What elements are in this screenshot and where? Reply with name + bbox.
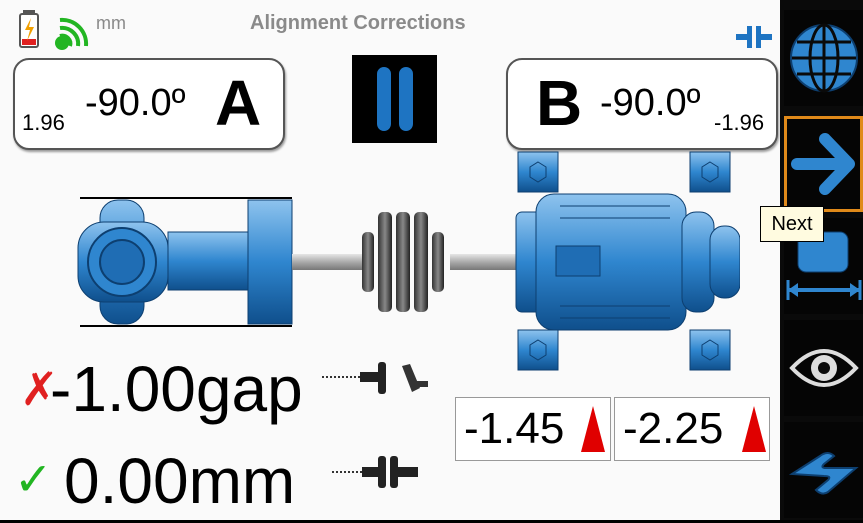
motor-machine [515,151,740,371]
battery-icon [18,9,40,54]
coupling [362,212,444,312]
pause-button[interactable] [352,55,437,143]
view-button[interactable] [784,320,863,416]
arrow-up-icon [581,406,605,452]
page-title: Alignment Corrections [250,12,466,34]
rear-foot-value: -2.25 [623,404,724,453]
sensor-a-label: A [215,67,262,139]
arrow-right-icon [791,133,855,195]
eye-icon [789,349,859,387]
arrow-up-icon [742,406,766,452]
pump-machine [77,197,293,327]
sensor-b-angle: -90.0º [600,82,701,124]
angular-misalignment-icon [322,362,428,394]
globe-icon [790,23,858,93]
coupling-icon[interactable] [736,24,774,55]
sensor-b-small-value: -1.96 [714,110,765,135]
globe-button[interactable] [784,10,863,106]
next-button[interactable] [784,116,863,212]
shim-icon [788,452,859,495]
unit-label: mm [96,13,126,33]
front-foot-value: -1.45 [464,404,565,453]
sensor-b-panel[interactable]: B -90.0º -1.96 [506,58,778,150]
wifi-signal-icon [52,10,96,57]
offset-status-icon: ✓ [14,453,53,505]
machine-diagram [77,151,740,371]
next-tooltip: Next [760,206,824,242]
main-panel: mm Alignment Corrections 1.96 -90.0º A B… [0,0,780,520]
offset-value: 0.00mm [64,445,296,517]
sensor-b-label: B [536,67,583,139]
parallel-misalignment-icon [332,456,418,488]
sensor-a-panel[interactable]: 1.96 -90.0º A [13,58,285,150]
front-foot-correction[interactable]: -1.45 [455,397,611,461]
gap-value: -1.00gap [50,353,303,425]
sensor-a-small-value: 1.96 [22,110,65,135]
sidebar [780,0,863,520]
screen: mm Alignment Corrections 1.96 -90.0º A B… [0,0,863,520]
pause-icon [377,67,413,131]
sensor-a-angle: -90.0º [85,82,186,124]
shim-button[interactable] [784,422,863,518]
rear-foot-correction[interactable]: -2.25 [614,397,770,461]
